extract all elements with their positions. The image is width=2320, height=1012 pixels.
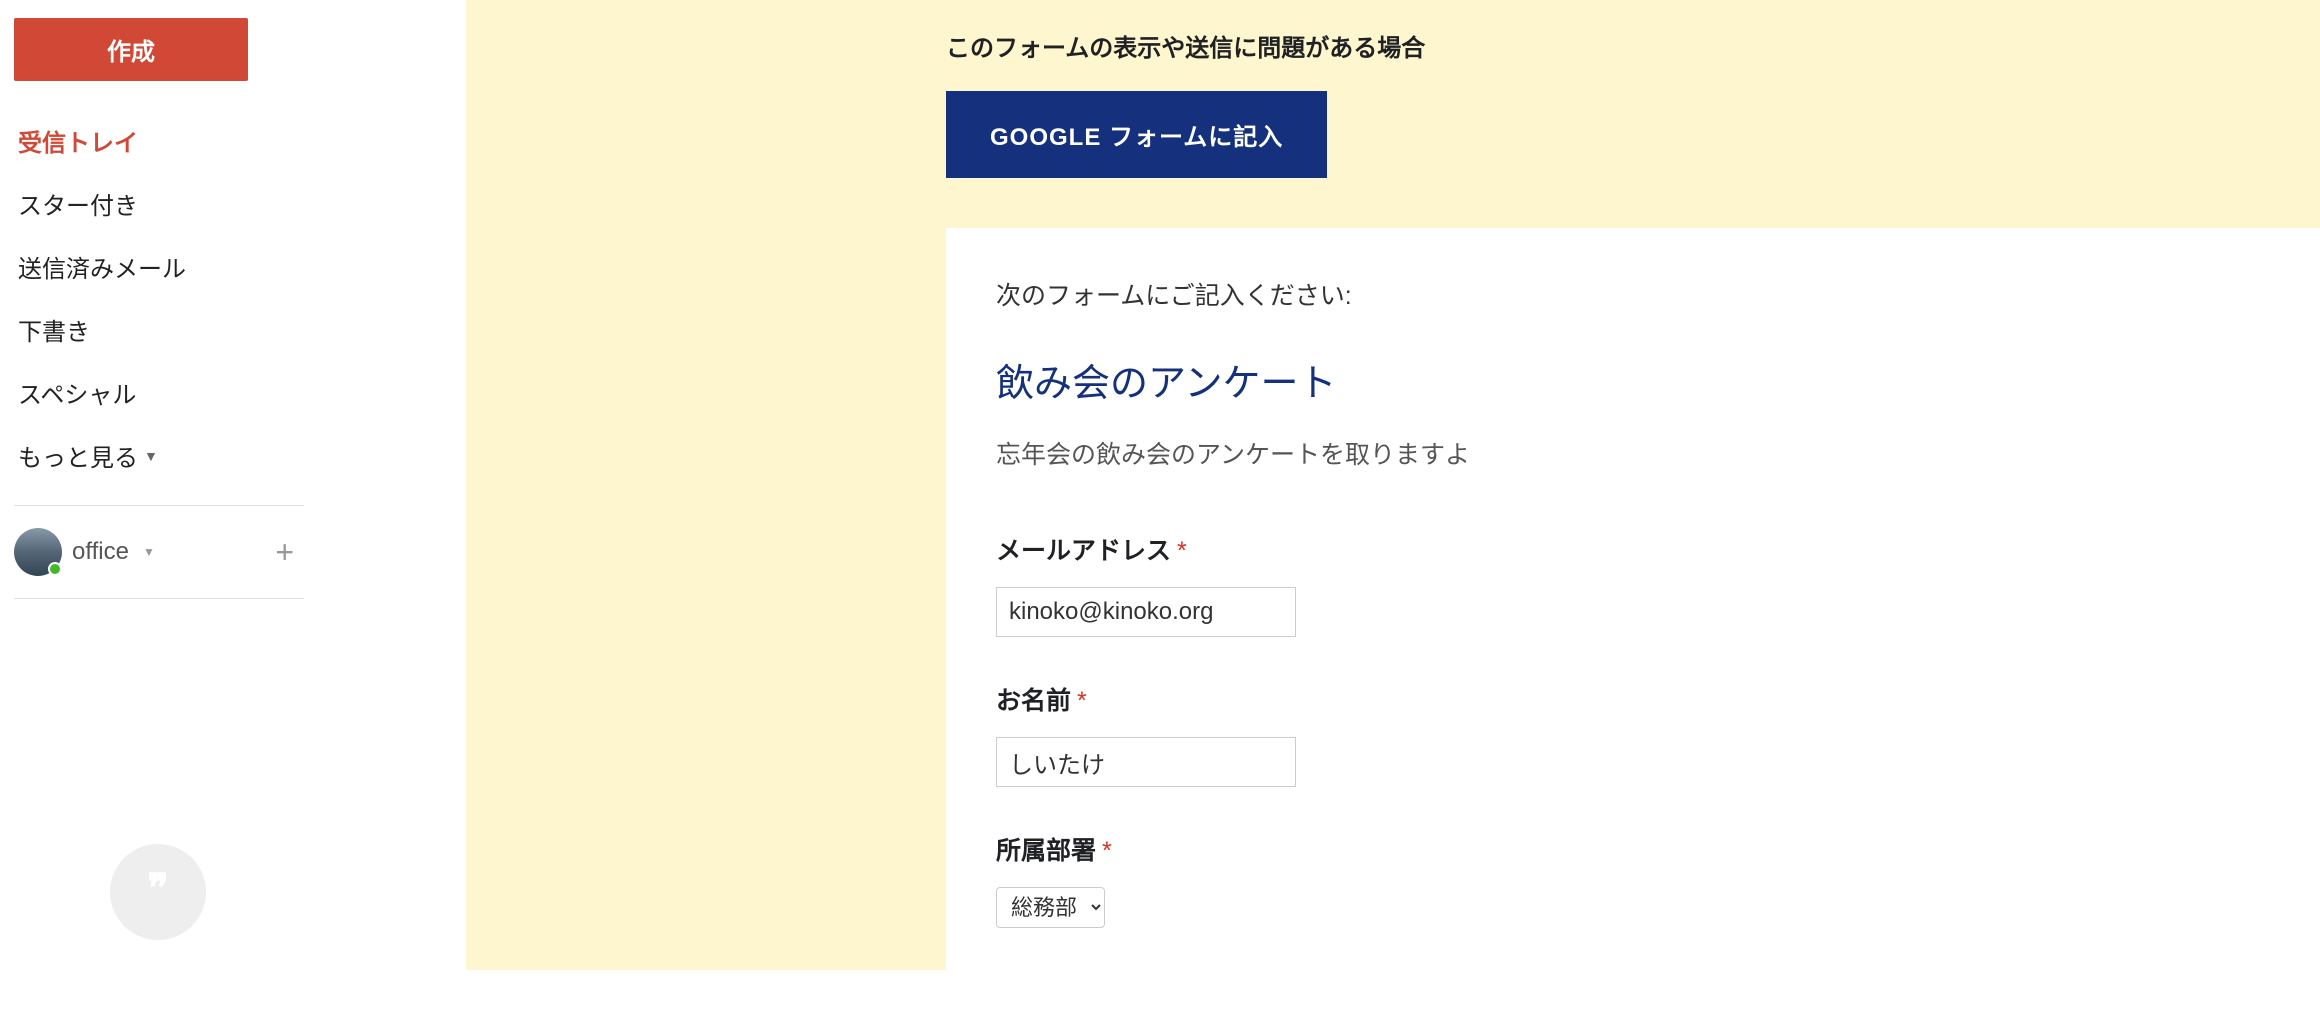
department-label-text: 所属部署 [996, 837, 1096, 865]
name-input[interactable] [996, 737, 1296, 787]
presence-indicator [48, 562, 62, 576]
chat-user-name: office [72, 538, 129, 566]
chat-user[interactable]: office ▼ [14, 528, 155, 576]
chevron-down-icon: ▼ [143, 545, 155, 559]
quote-icon: ❞ [147, 865, 169, 912]
email-body: このフォームの表示や送信に問題がある場合 GOOGLE フォームに記入 次のフォ… [466, 0, 2320, 970]
add-button[interactable]: + [265, 534, 304, 571]
nav-item-starred[interactable]: スター付き [14, 172, 304, 235]
nav-item-sent[interactable]: 送信済みメール [14, 235, 304, 298]
required-mark: * [1177, 537, 1187, 565]
email-label: メールアドレス* [996, 531, 2270, 567]
nav-list: 受信トレイ スター付き 送信済みメール 下書き スペシャル もっと見る ▼ [14, 109, 304, 487]
name-label: お名前* [996, 681, 2270, 717]
email-input[interactable] [996, 587, 1296, 637]
form-instruction: 次のフォームにご記入ください: [996, 276, 2270, 312]
main-area: このフォームの表示や送信に問題がある場合 GOOGLE フォームに記入 次のフォ… [318, 0, 2320, 970]
department-label: 所属部署* [996, 831, 2270, 867]
email-label-text: メールアドレス [996, 537, 1171, 565]
nav-item-drafts[interactable]: 下書き [14, 298, 304, 361]
required-mark: * [1102, 837, 1112, 865]
form-description: 忘年会の飲み会のアンケートを取りますよ [996, 435, 2270, 471]
divider [14, 505, 304, 506]
form-title[interactable]: 飲み会のアンケート [996, 352, 2270, 407]
avatar-wrapper [14, 528, 62, 576]
form-field-department: 所属部署* 総務部 [996, 831, 2270, 928]
compose-button[interactable]: 作成 [14, 18, 248, 81]
form-field-email: メールアドレス* [996, 531, 2270, 637]
form-card: 次のフォームにご記入ください: 飲み会のアンケート 忘年会の飲み会のアンケートを… [946, 228, 2320, 1012]
sidebar: 作成 受信トレイ スター付き 送信済みメール 下書き スペシャル もっと見る ▼… [0, 0, 318, 970]
department-select[interactable]: 総務部 [996, 887, 1105, 928]
nav-item-more[interactable]: もっと見る ▼ [14, 424, 304, 487]
form-notice-text: このフォームの表示や送信に問題がある場合 [946, 28, 2320, 63]
nav-item-inbox[interactable]: 受信トレイ [14, 109, 304, 172]
nav-item-special[interactable]: スペシャル [14, 361, 304, 424]
hangouts-icon[interactable]: ❞ [110, 844, 206, 940]
chevron-down-icon: ▼ [144, 448, 158, 464]
required-mark: * [1077, 687, 1087, 715]
name-label-text: お名前 [996, 687, 1071, 715]
more-label: もっと見る [18, 438, 138, 473]
google-form-button[interactable]: GOOGLE フォームに記入 [946, 91, 1327, 178]
form-field-name: お名前* [996, 681, 2270, 787]
divider [14, 598, 304, 599]
chat-section: office ▼ + [14, 524, 304, 580]
